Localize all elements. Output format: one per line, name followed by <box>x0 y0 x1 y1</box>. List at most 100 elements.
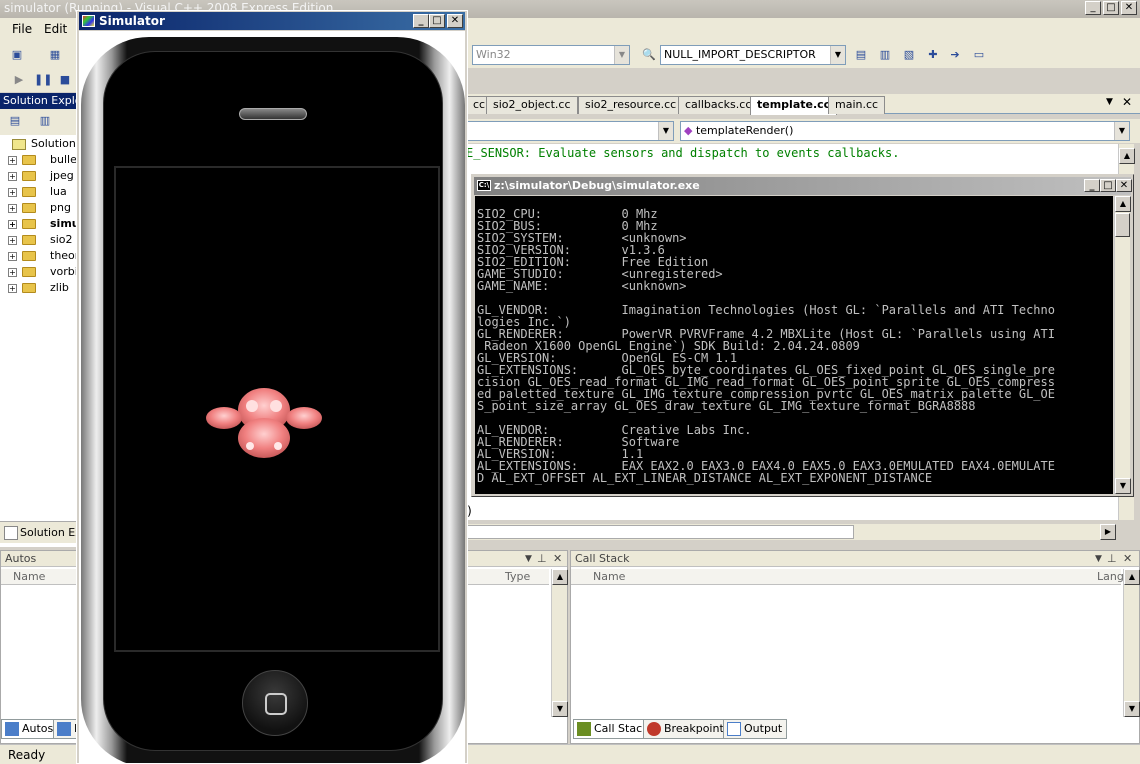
console-output[interactable]: SIO2_CPU: 0 Mhz SIO2_BUS: 0 Mhz SIO2_SYSTE… <box>475 196 1113 494</box>
tree-item-label: theor <box>50 249 78 262</box>
chevron-down-icon: ▼ <box>614 46 629 64</box>
console-minimize-button[interactable]: _ <box>1084 179 1100 192</box>
simulator-window[interactable]: Simulator _ □ ✕ <box>76 10 468 764</box>
tools-icon[interactable]: ✚ <box>924 47 942 63</box>
tab-breakpoints[interactable]: Breakpoints <box>643 719 735 739</box>
tree-item-lua[interactable]: + lua <box>0 184 78 200</box>
pause-icon[interactable]: ❚❚ <box>34 72 52 88</box>
navigation-bar: ▼ ◆ templateRender() ▼ <box>466 119 1140 143</box>
speaker-grille <box>239 108 307 120</box>
expand-icon[interactable]: + <box>8 220 17 229</box>
object-browser-icon[interactable]: ▧ <box>900 47 918 63</box>
expand-icon[interactable]: + <box>8 156 17 165</box>
scope-combo[interactable]: ▼ <box>466 121 674 141</box>
tab-output[interactable]: Output <box>723 719 788 739</box>
console-window[interactable]: C:\ z:\simulator\Debug\simulator.exe _ □… <box>471 174 1134 497</box>
simulator-minimize-button[interactable]: _ <box>413 14 429 28</box>
iphone-screen[interactable] <box>114 166 440 652</box>
chevron-down-icon: ▼ <box>658 122 673 140</box>
tab-autos[interactable]: Autos <box>1 719 59 739</box>
editor-horizontal-scrollbar[interactable]: ▶ <box>466 524 1116 540</box>
pin-icon[interactable]: ⊥ <box>1107 551 1117 567</box>
pin-icon[interactable]: ⊥ <box>537 551 547 567</box>
console-maximize-button[interactable]: □ <box>1100 179 1116 192</box>
tab-template[interactable]: template.cc <box>750 96 838 115</box>
properties-icon[interactable]: ▥ <box>876 47 894 63</box>
show-all-files-icon[interactable]: ▥ <box>36 113 54 129</box>
scroll-down-icon[interactable]: ▼ <box>1124 701 1140 717</box>
tab-sio2-object[interactable]: sio2_object.cc <box>486 96 578 114</box>
tree-item-theor[interactable]: + theor <box>0 248 78 264</box>
console-line: S_point_size_array GL_OES_draw_texture G… <box>477 399 976 413</box>
tab-list-icon[interactable]: ▼ <box>1106 97 1113 107</box>
close-icon[interactable]: ✕ <box>1123 551 1132 567</box>
tree-item-png[interactable]: + png <box>0 200 78 216</box>
solution-root[interactable]: Solution 'sim <box>0 136 78 152</box>
tree-item-bullet[interactable]: + bullet <box>0 152 78 168</box>
project-icon <box>22 187 36 197</box>
close-tab-icon[interactable]: ✕ <box>1122 95 1132 109</box>
scroll-down-icon[interactable]: ▼ <box>1115 478 1131 494</box>
scroll-up-icon[interactable]: ▲ <box>1124 569 1140 585</box>
tab-callbacks[interactable]: callbacks.cc <box>678 96 759 114</box>
project-icon <box>22 171 36 181</box>
tree-item-zlib[interactable]: + zlib <box>0 280 78 296</box>
home-button[interactable] <box>242 670 308 736</box>
stop-icon[interactable]: ■ <box>56 72 74 88</box>
solution-explorer-toolbar: ▤ ▥ <box>0 109 78 135</box>
scroll-up-icon[interactable]: ▲ <box>552 569 568 585</box>
tree-item-simu[interactable]: + simu <box>0 216 78 232</box>
tree-item-label: simu <box>50 217 78 230</box>
close-icon[interactable]: ✕ <box>553 551 562 567</box>
scroll-up-icon[interactable]: ▲ <box>1119 148 1135 164</box>
scroll-thumb[interactable] <box>466 525 854 539</box>
window-position-icon[interactable]: ▼ <box>525 551 532 567</box>
solution-explorer-icon[interactable]: ▤ <box>852 47 870 63</box>
callstack-scrollbar[interactable]: ▲ ▼ <box>1123 569 1140 717</box>
properties-icon[interactable]: ▤ <box>6 113 24 129</box>
vs-minimize-button[interactable]: _ <box>1085 1 1101 15</box>
scroll-right-icon[interactable]: ▶ <box>1100 524 1116 540</box>
new-project-icon[interactable]: ▣ <box>8 47 26 63</box>
console-close-button[interactable]: ✕ <box>1116 179 1132 192</box>
add-item-icon[interactable]: ▦ <box>46 47 64 63</box>
expand-icon[interactable]: + <box>8 268 17 277</box>
expand-icon[interactable]: + <box>8 188 17 197</box>
vs-close-button[interactable]: ✕ <box>1121 1 1137 15</box>
expand-icon[interactable]: + <box>8 236 17 245</box>
function-combo[interactable]: ◆ templateRender() ▼ <box>680 121 1130 141</box>
tab-main[interactable]: main.cc <box>828 96 886 114</box>
console-scrollbar[interactable]: ▲ ▼ <box>1114 196 1131 494</box>
autos-col-name[interactable]: Name <box>13 569 45 585</box>
autos-scrollbar[interactable]: ▲ ▼ <box>551 569 568 717</box>
callstack-col-name[interactable]: Name <box>593 569 625 585</box>
tree-item-jpeg[interactable]: + jpeg <box>0 168 78 184</box>
expand-icon[interactable]: + <box>8 172 17 181</box>
menu-file[interactable]: File <box>12 22 32 36</box>
callstack-col-lang[interactable]: Lang <box>1097 569 1124 585</box>
tab-sio2-resource[interactable]: sio2_resource.cc <box>578 96 684 114</box>
command-window-icon[interactable]: ▭ <box>970 47 988 63</box>
window-position-icon[interactable]: ▼ <box>1095 551 1102 567</box>
simulator-maximize-button[interactable]: □ <box>429 14 445 28</box>
platform-combo[interactable]: Win32 ▼ <box>472 45 630 65</box>
tree-item-sio2[interactable]: + sio2 <box>0 232 78 248</box>
play-icon[interactable]: ▶ <box>10 72 28 88</box>
tree-item-label: zlib <box>50 281 69 294</box>
tab-call-stack[interactable]: Call Stack <box>573 719 654 739</box>
expand-icon[interactable]: + <box>8 204 17 213</box>
tree-item-vorbis[interactable]: + vorbis <box>0 264 78 280</box>
scroll-up-icon[interactable]: ▲ <box>1115 196 1131 212</box>
scroll-thumb[interactable] <box>1115 213 1130 237</box>
find-symbol-icon[interactable]: 🔍 <box>640 47 658 63</box>
scroll-down-icon[interactable]: ▼ <box>552 701 568 717</box>
simulator-close-button[interactable]: ✕ <box>447 14 463 28</box>
vs-maximize-button[interactable]: □ <box>1103 1 1119 15</box>
find-combo[interactable]: NULL_IMPORT_DESCRIPTOR ▼ <box>660 45 846 65</box>
autos-col-type[interactable]: Type <box>505 569 530 585</box>
expand-icon[interactable]: + <box>8 252 17 261</box>
start-page-icon[interactable]: ➔ <box>946 47 964 63</box>
menu-edit[interactable]: Edit <box>44 22 67 36</box>
tab-breakpoints-label: Breakpoints <box>664 722 730 735</box>
expand-icon[interactable]: + <box>8 284 17 293</box>
